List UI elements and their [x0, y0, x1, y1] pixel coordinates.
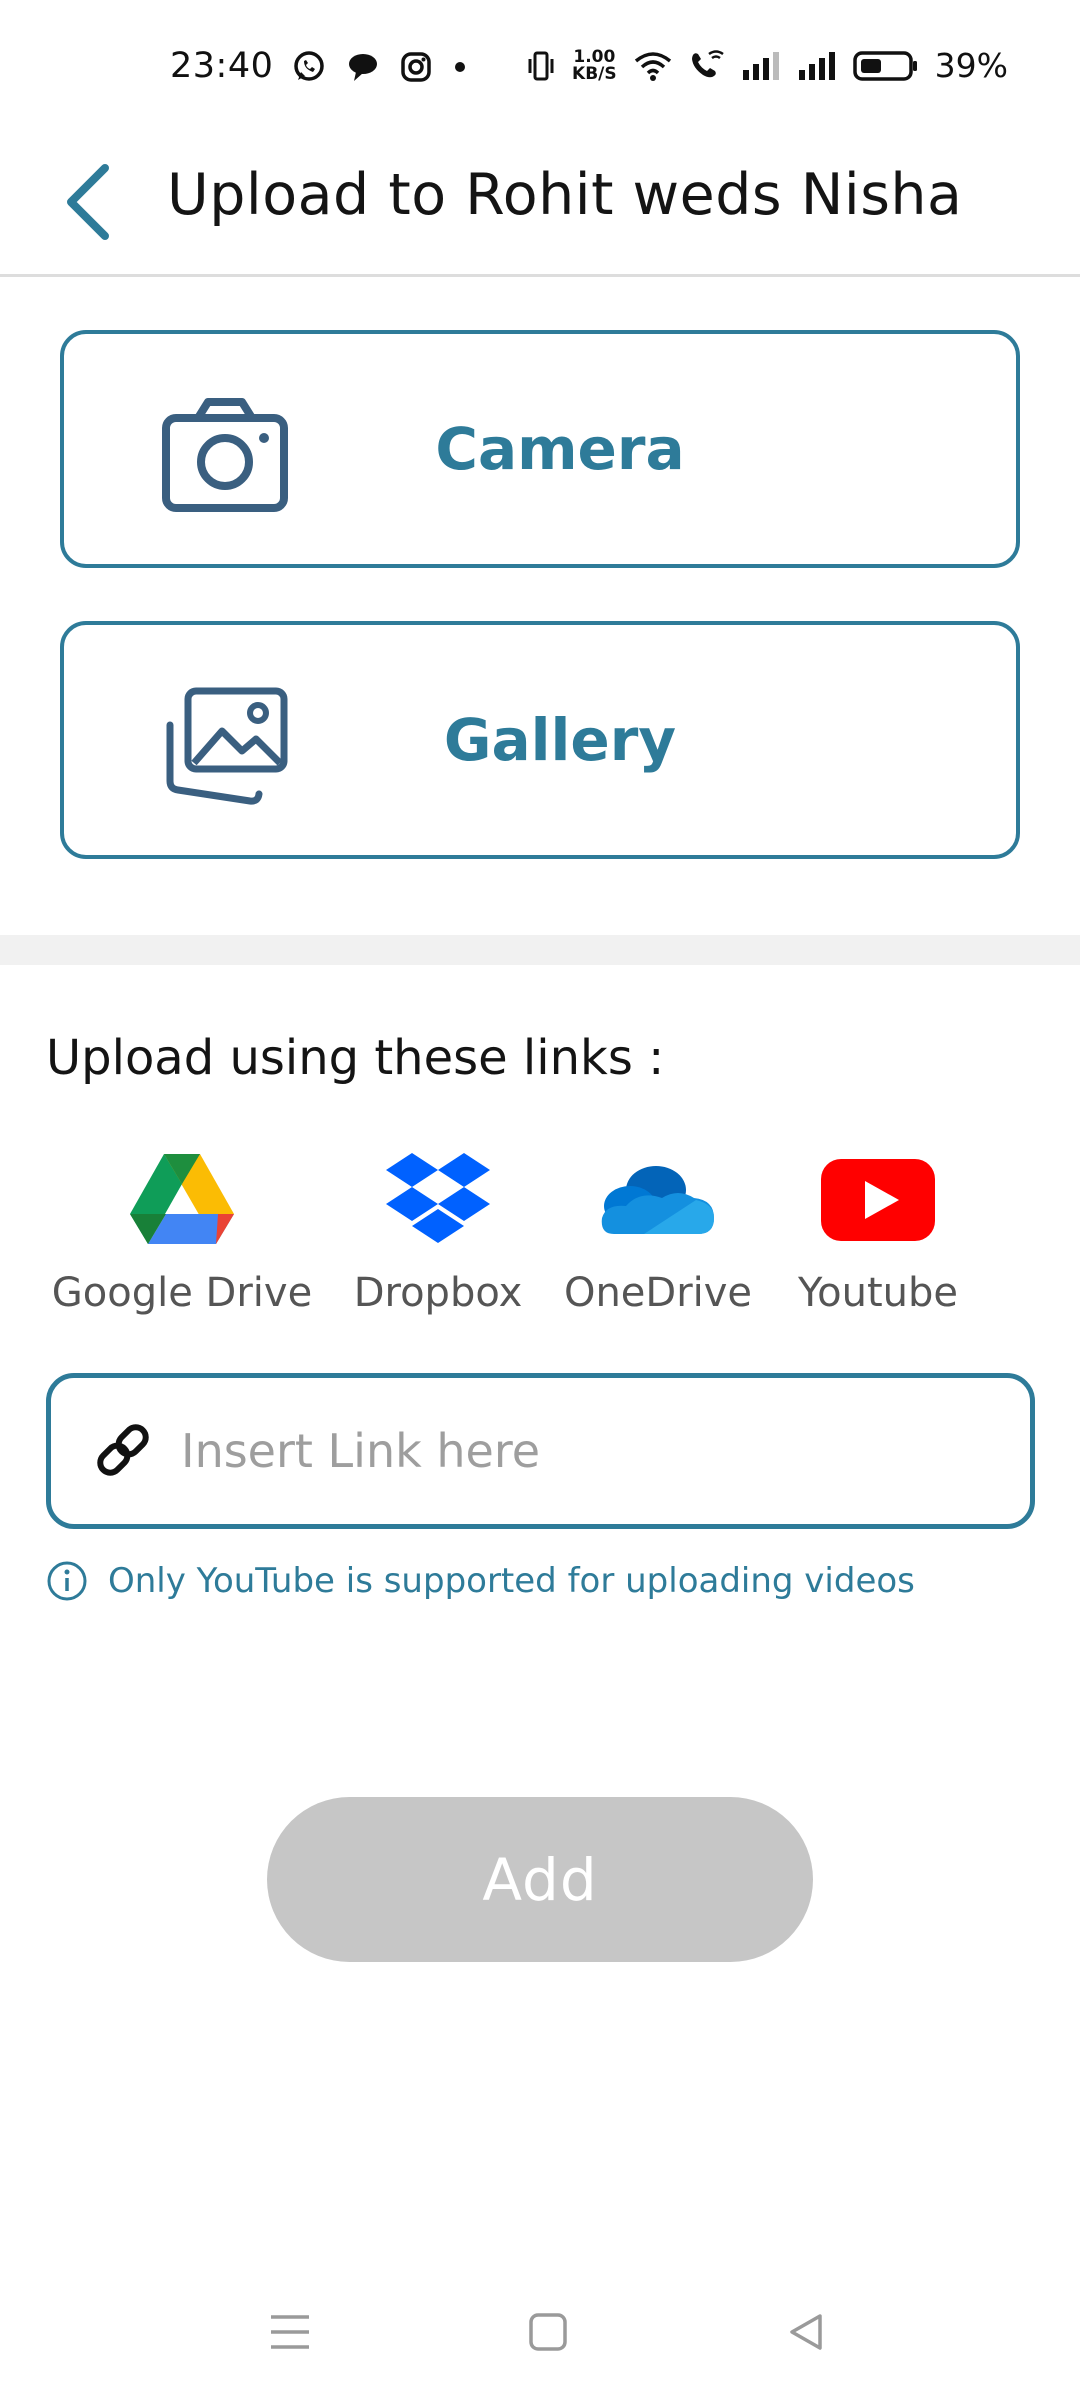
net-speed: 1.00 KB/S: [572, 46, 617, 84]
info-note: Only YouTube is supported for uploading …: [46, 1560, 915, 1602]
info-icon: [47, 1561, 87, 1601]
dropbox-icon: [386, 1153, 490, 1243]
youtube-option[interactable]: Youtube: [788, 1150, 968, 1316]
provider-list: Google Drive Dropbox OneDrive Youtube: [46, 1150, 1046, 1330]
section-divider: [0, 935, 1080, 965]
dot-icon: [455, 62, 465, 72]
onedrive-option[interactable]: OneDrive: [558, 1150, 758, 1316]
battery-percent: 39%: [934, 46, 1008, 85]
google-drive-icon: [130, 1154, 234, 1244]
gallery-label: Gallery: [443, 706, 677, 774]
wifi-calling-icon: [691, 49, 724, 77]
system-nav-bar: [0, 2280, 1080, 2380]
back-nav-button[interactable]: [776, 2302, 836, 2362]
app-bar: Upload to Rohit weds Nisha: [0, 140, 1080, 277]
net-speed-unit: KB/S: [572, 63, 617, 84]
back-triangle-icon: [790, 2314, 822, 2350]
status-bar: 23:40 1.00 KB/S 39%: [0, 0, 1080, 140]
google-drive-label: Google Drive: [51, 1270, 313, 1316]
youtube-icon: [821, 1159, 935, 1241]
home-button[interactable]: [518, 2302, 578, 2362]
net-speed-value: 1.00: [573, 46, 616, 67]
chat-bubble-icon: [349, 54, 377, 81]
camera-label: Camera: [435, 415, 685, 483]
dropbox-option[interactable]: Dropbox: [348, 1150, 528, 1316]
add-button[interactable]: Add: [267, 1797, 813, 1962]
youtube-label: Youtube: [798, 1270, 958, 1316]
status-time: 23:40: [170, 46, 274, 86]
signal-icon: [742, 51, 779, 80]
recent-apps-button[interactable]: [260, 2302, 320, 2362]
link-input[interactable]: [181, 1408, 1001, 1494]
link-input-container[interactable]: [46, 1373, 1035, 1529]
chevron-left-icon: [67, 164, 109, 240]
whatsapp-icon: [294, 51, 324, 81]
notification-icons: [292, 50, 468, 84]
battery-icon: [852, 50, 917, 81]
home-square-icon: [529, 2313, 567, 2351]
links-heading: Upload using these links :: [46, 1030, 665, 1086]
google-drive-option[interactable]: Google Drive: [46, 1150, 318, 1316]
onedrive-label: OneDrive: [563, 1270, 753, 1316]
vibrate-icon: [528, 51, 554, 80]
system-status-icons: 1.00 KB/S 39%: [526, 46, 1008, 85]
signal-icon: [798, 51, 835, 80]
page-title: Upload to Rohit weds Nisha: [167, 162, 963, 228]
menu-icon: [271, 2315, 309, 2349]
dropbox-label: Dropbox: [353, 1270, 523, 1316]
wifi-icon: [634, 51, 671, 81]
link-icon: [97, 1424, 149, 1476]
camera-option-button[interactable]: Camera: [60, 330, 1020, 568]
gallery-option-button[interactable]: Gallery: [60, 621, 1020, 859]
back-button[interactable]: [52, 152, 122, 252]
onedrive-icon: [601, 1166, 714, 1234]
info-note-text: Only YouTube is supported for uploading …: [108, 1561, 915, 1601]
instagram-icon: [401, 52, 431, 82]
